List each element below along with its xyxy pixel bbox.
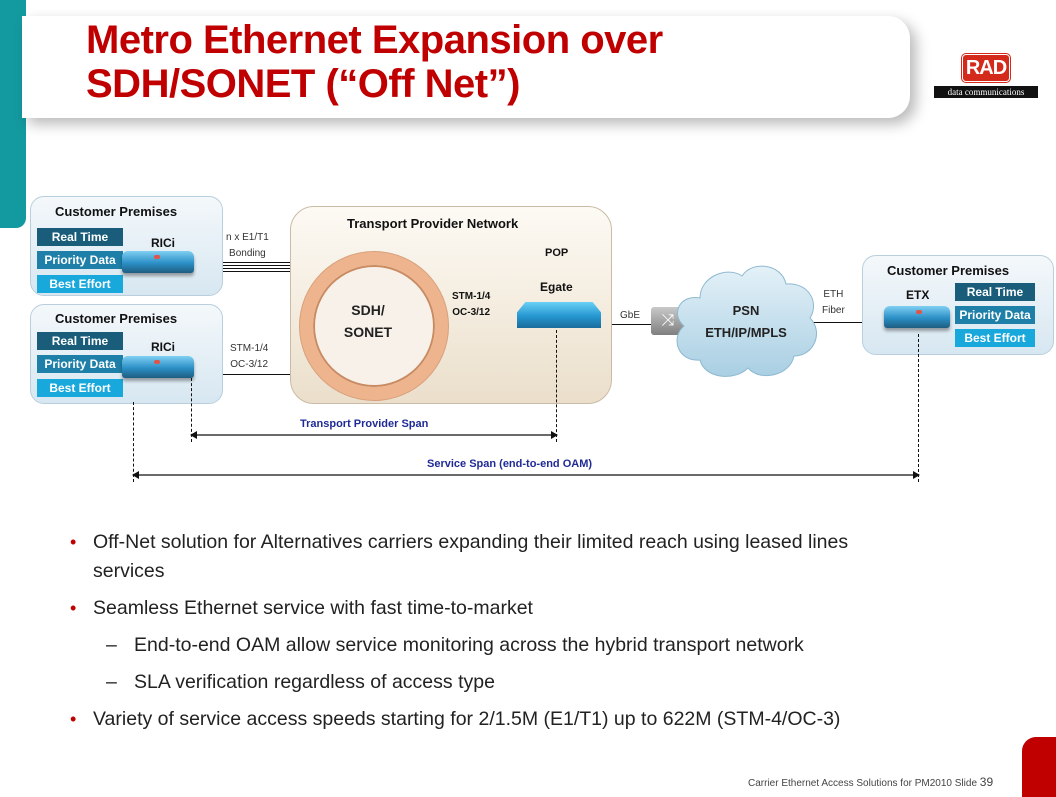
tag-best-effort-right: Best Effort [955,329,1035,347]
rici-label-top: RICi [151,236,175,250]
bullet-list: Off-Net solution for Alternatives carrie… [70,528,890,742]
sub-bullet-item: End-to-end OAM allow service monitoring … [70,631,890,660]
sdh-sonet-label: SDH/ SONET [330,299,406,343]
customer-premises-top-title: Customer Premises [55,204,178,219]
slide-footer: Carrier Ethernet Access Solutions for PM… [748,775,993,789]
ring-label-line1: SDH/ [351,302,385,318]
customer-premises-right-title: Customer Premises [887,263,1010,278]
bullet-item: Seamless Ethernet service with fast time… [70,594,890,623]
transport-span-arrow [190,431,558,439]
title-line-1: Metro Ethernet Expansion over [86,18,663,62]
tag-priority-data-right: Priority Data [955,306,1035,324]
tag-priority-data-top: Priority Data [37,251,123,269]
slide-title: Metro Ethernet Expansion over SDH/SONET … [86,18,663,106]
stm-label-ring-line2: OC-3/12 [452,307,491,318]
stm-label-bottom-line2: OC-3/12 [230,359,269,370]
bonding-label-line1: n x E1/T1 [226,232,269,243]
transport-network-title: Transport Provider Network [347,216,519,231]
device-led [154,360,160,364]
logo-brand: RAD [962,54,1010,82]
stm-label-bottom-line1: STM-1/4 [230,343,269,354]
transport-span-right-boundary [556,330,557,442]
bonding-label-line2: Bonding [229,248,266,259]
tag-best-effort-bottom: Best Effort [37,379,123,397]
eth-fiber-line2: Fiber [822,305,845,316]
tag-real-time-right: Real Time [955,283,1035,301]
service-span-label: Service Span (end-to-end OAM) [427,458,593,470]
red-corner-accent [1022,737,1056,797]
device-led [916,310,922,314]
stm-label-bottom: STM-1/4 OC-3/12 [230,341,268,373]
pop-label: POP [545,247,569,259]
psn-label-line2: ETH/IP/MPLS [705,325,787,340]
bonding-label: n x E1/T1 Bonding [226,230,269,262]
device-led [154,255,160,259]
rici-device-top [122,251,194,273]
ring-label-line2: SONET [343,324,393,340]
etx-label: ETX [906,288,930,302]
bullet-item: Variety of service access speeds startin… [70,705,890,734]
gbe-label: GbE [620,310,641,321]
footer-text: Carrier Ethernet Access Solutions for PM… [748,778,980,789]
bullet-item: Off-Net solution for Alternatives carrie… [70,528,890,586]
span-boundary-right [918,334,919,482]
logo-tagline: data communications [934,86,1038,98]
tag-priority-data-bottom: Priority Data [37,355,123,373]
customer-premises-bottom-title: Customer Premises [55,311,178,326]
psn-label-line1: PSN [732,303,760,318]
rici-device-bottom [122,356,194,378]
service-span-arrow [132,471,920,479]
rad-logo: RAD data communications [934,54,1038,98]
stm-label-ring: STM-1/4 OC-3/12 [452,289,490,321]
eth-fiber-label: ETH Fiber [822,287,845,319]
transport-span-label: Transport Provider Span [300,418,429,430]
tag-real-time-top: Real Time [37,228,123,246]
psn-label: PSN ETH/IP/MPLS [682,300,810,344]
egate-label: Egate [540,280,573,294]
stm-label-ring-line1: STM-1/4 [452,291,491,302]
title-line-2: SDH/SONET (“Off Net”) [86,62,520,106]
tag-real-time-bottom: Real Time [37,332,123,350]
eth-fiber-line1: ETH [823,289,844,300]
tag-best-effort-top: Best Effort [37,275,123,293]
sub-bullet-item: SLA verification regardless of access ty… [70,668,890,697]
etx-device [884,306,950,328]
slide-number: 39 [979,775,994,789]
rici-label-bottom: RICi [151,340,175,354]
egate-device [517,302,601,328]
